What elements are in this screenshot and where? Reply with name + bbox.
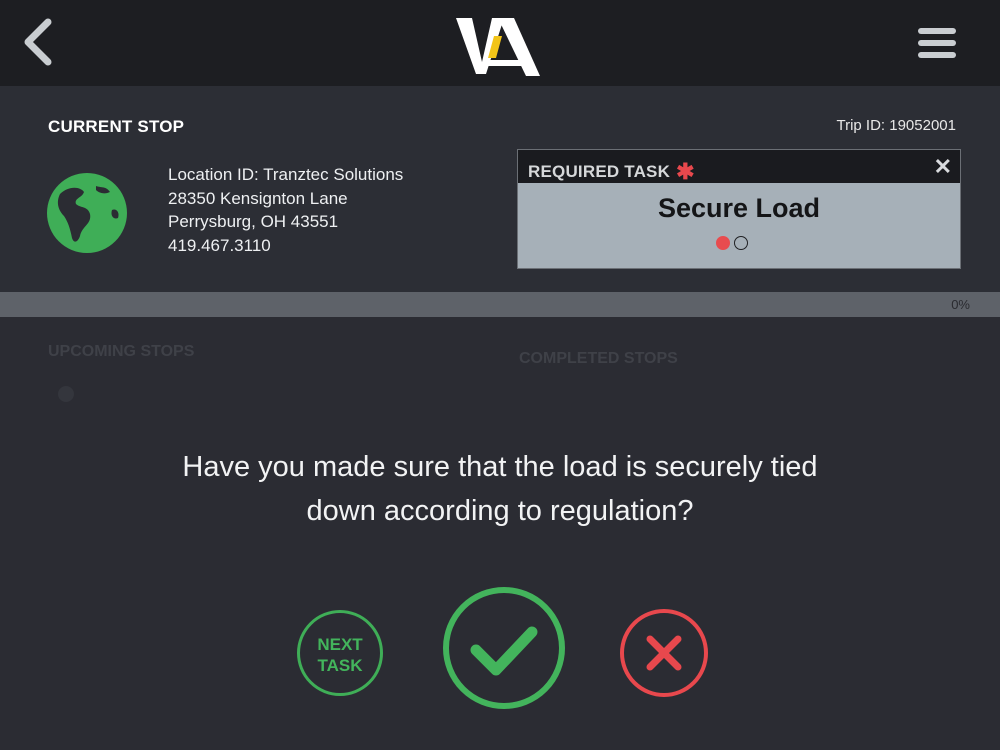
hamburger-bar — [918, 40, 956, 46]
trip-progress-bar: 0% — [0, 292, 1000, 317]
question-line-1: Have you made sure that the load is secu… — [182, 451, 818, 483]
top-bar — [0, 0, 1000, 86]
required-task-heading: REQUIRED TASK ✱ — [528, 157, 695, 184]
trip-id: Trip ID: 19052001 — [836, 117, 956, 134]
location-id: Location ID: Tranztec Solutions — [168, 165, 404, 184]
menu-button[interactable] — [914, 22, 960, 64]
required-task-header: REQUIRED TASK ✱ ✕ — [518, 150, 960, 184]
phone-number: 419.467.3110 — [168, 235, 271, 255]
x-icon — [620, 609, 708, 697]
globe-icon — [46, 172, 128, 254]
stop-bullet-icon — [58, 386, 74, 402]
current-stop-panel: CURRENT STOP Trip ID: 19052001 Location … — [0, 86, 1000, 292]
required-task-label: REQUIRED TASK — [528, 162, 671, 181]
city-state-zip: Perrysburg, OH 43551 — [168, 212, 339, 231]
close-icon[interactable]: ✕ — [934, 154, 952, 180]
question-line-2: down according to regulation? — [306, 495, 694, 527]
next-task-label-2: TASK — [317, 656, 363, 675]
confirm-button[interactable] — [442, 586, 566, 710]
completed-stops-heading: COMPLETED STOPS — [519, 350, 678, 367]
required-asterisk-icon: ✱ — [676, 159, 695, 184]
task-title: Secure Load — [657, 193, 821, 223]
progress-percent: 0% — [951, 297, 970, 312]
chevron-left-icon — [24, 18, 52, 66]
pager-dot[interactable] — [734, 236, 748, 250]
hamburger-bar — [918, 52, 956, 58]
back-button[interactable] — [14, 16, 64, 68]
pager-dot-active[interactable] — [716, 236, 730, 250]
task-question: Have you made sure that the load is secu… — [0, 445, 1000, 533]
hamburger-menu-icon — [918, 28, 956, 34]
required-task-card[interactable]: REQUIRED TASK ✱ ✕ Secure Load — [517, 149, 961, 269]
next-task-button[interactable]: NEXT TASK — [297, 610, 383, 696]
current-stop-heading: CURRENT STOP — [48, 117, 185, 136]
checkmark-icon — [443, 587, 565, 709]
cancel-button[interactable] — [619, 608, 709, 698]
street-address: 28350 Kensignton Lane — [168, 188, 348, 208]
required-task-body: Secure Load — [518, 183, 960, 268]
next-task-label-1: NEXT — [317, 635, 363, 654]
upcoming-stops-heading: UPCOMING STOPS — [48, 343, 195, 360]
task-pager-dots[interactable] — [716, 236, 752, 250]
location-address: Location ID: Tranztec Solutions 28350 Ke… — [168, 163, 403, 257]
via-logo — [452, 10, 548, 80]
